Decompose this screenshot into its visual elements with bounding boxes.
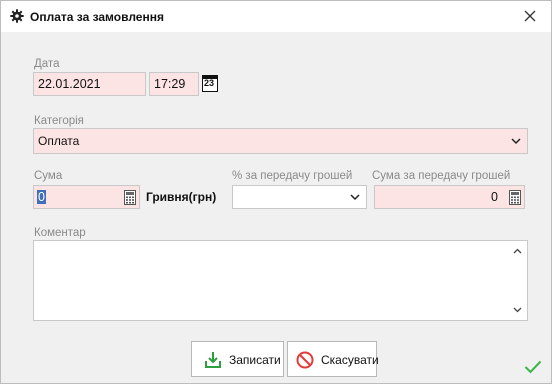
payment-dialog: Оплата за замовлення Дата 22.01.2021 17:… (0, 0, 552, 384)
category-select[interactable]: Оплата (33, 128, 528, 154)
category-value: Оплата (38, 134, 80, 148)
cancel-button[interactable]: Скасувати (287, 341, 379, 377)
gear-icon (10, 9, 24, 23)
calculator-icon[interactable] (124, 190, 136, 205)
save-button[interactable]: Записати (191, 341, 284, 377)
transfer-percent-select[interactable] (232, 185, 367, 209)
date-label: Дата (34, 58, 60, 70)
checkmark-icon (524, 360, 542, 374)
transfer-sum-label: Сума за передачу грошей (372, 170, 511, 182)
date-input[interactable]: 22.01.2021 (33, 72, 146, 96)
scroll-down-icon[interactable] (513, 307, 522, 313)
time-input[interactable]: 17:29 (149, 72, 199, 96)
time-value: 17:29 (154, 77, 186, 91)
category-label: Категорія (34, 115, 84, 127)
save-label: Записати (229, 353, 281, 367)
transfer-sum-value: 0 (491, 190, 498, 204)
calendar-icon[interactable]: 23 (202, 75, 218, 92)
window-title: Оплата за замовлення (30, 10, 164, 24)
scroll-up-icon[interactable] (513, 248, 522, 254)
chevron-down-icon (350, 194, 360, 201)
close-icon[interactable] (523, 9, 537, 23)
cancel-label: Скасувати (321, 353, 379, 367)
transfer-percent-label: % за передачу грошей (232, 170, 353, 182)
sum-label: Сума (34, 170, 63, 182)
sum-value: 0 (37, 190, 46, 204)
date-value: 22.01.2021 (38, 77, 101, 91)
download-icon (205, 352, 221, 368)
title-bar: Оплата за замовлення (1, 1, 551, 32)
cancel-icon (296, 351, 314, 369)
sum-input[interactable]: 0 (33, 185, 140, 209)
calculator-icon[interactable] (509, 190, 521, 205)
transfer-sum-input[interactable]: 0 (374, 185, 525, 209)
currency-label: Гривня(грн) (146, 190, 217, 204)
chevron-down-icon (511, 138, 521, 145)
comment-label: Коментар (34, 227, 86, 239)
comment-textarea[interactable] (33, 240, 528, 321)
